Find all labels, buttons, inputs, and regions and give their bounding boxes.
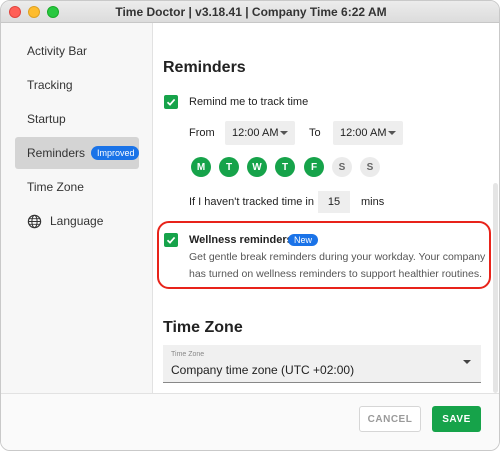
wellness-reminders-checkbox[interactable] <box>164 233 178 247</box>
day-toggle-sunday[interactable]: S <box>360 157 380 177</box>
chevron-down-icon <box>280 131 288 135</box>
improved-badge: Improved <box>91 146 139 160</box>
to-label: To <box>309 127 321 139</box>
sidebar-item-tracking[interactable]: Tracking <box>15 69 139 101</box>
sidebar-item-label: Reminders <box>27 146 86 160</box>
title-bar: Time Doctor | v3.18.41 | Company Time 6:… <box>1 1 499 23</box>
new-badge: New <box>288 234 319 246</box>
time-zone-select[interactable]: Time Zone Company time zone (UTC +02:00) <box>163 345 481 383</box>
content-scrollbar[interactable] <box>493 183 498 393</box>
to-time-value: 12:00 AM <box>340 127 387 139</box>
idle-unit-label: mins <box>361 196 385 208</box>
wellness-description: Get gentle break reminders during your w… <box>189 251 486 280</box>
sidebar-item-time-zone[interactable]: Time Zone <box>15 171 139 203</box>
sidebar-item-reminders[interactable]: Reminders Improved <box>15 137 139 169</box>
sidebar-item-activity-bar[interactable]: Activity Bar <box>15 35 139 67</box>
settings-content: Reminders Remind me to track time From 1… <box>153 23 499 393</box>
day-toggle-friday[interactable]: F <box>304 157 324 177</box>
from-label: From <box>189 127 215 139</box>
time-zone-field-label: Time Zone <box>171 351 205 358</box>
chevron-down-icon <box>463 360 471 364</box>
window-title: Time Doctor | v3.18.41 | Company Time 6:… <box>115 5 387 19</box>
sidebar-item-label: Language <box>50 214 104 228</box>
save-button[interactable]: SAVE <box>432 406 481 432</box>
sidebar-item-label: Startup <box>27 112 66 126</box>
remind-track-time-checkbox[interactable] <box>164 95 178 109</box>
day-toggle-wednesday[interactable]: W <box>247 157 267 177</box>
cancel-button[interactable]: CANCEL <box>359 406 421 432</box>
to-time-select[interactable]: 12:00 AM <box>333 121 403 145</box>
day-toggle-monday[interactable]: M <box>191 157 211 177</box>
sidebar-item-language[interactable]: Language <box>15 205 139 237</box>
reminders-heading: Reminders <box>163 59 246 76</box>
chevron-down-icon <box>388 131 396 135</box>
idle-minutes-input[interactable]: 15 <box>318 191 350 213</box>
time-zone-heading: Time Zone <box>163 319 243 336</box>
sidebar-item-label: Time Zone <box>27 180 84 194</box>
idle-threshold-label: If I haven't tracked time in <box>189 196 314 208</box>
sidebar-item-startup[interactable]: Startup <box>15 103 139 135</box>
time-zone-value: Company time zone (UTC +02:00) <box>171 363 355 377</box>
dialog-footer: CANCEL SAVE <box>1 393 499 450</box>
sidebar-item-label: Activity Bar <box>27 44 88 58</box>
app-window: Time Doctor | v3.18.41 | Company Time 6:… <box>0 0 500 451</box>
sidebar-item-label: Tracking <box>27 78 73 92</box>
settings-sidebar: Activity Bar Tracking Startup Reminders … <box>1 23 153 393</box>
remind-track-time-label: Remind me to track time <box>189 96 309 108</box>
day-toggle-saturday[interactable]: S <box>332 157 352 177</box>
from-time-select[interactable]: 12:00 AM <box>225 121 295 145</box>
globe-icon <box>27 214 42 229</box>
from-time-value: 12:00 AM <box>232 127 279 139</box>
day-toggle-tuesday[interactable]: T <box>219 157 239 177</box>
wellness-reminders-title: Wellness reminders <box>189 234 293 246</box>
day-toggle-thursday[interactable]: T <box>275 157 295 177</box>
